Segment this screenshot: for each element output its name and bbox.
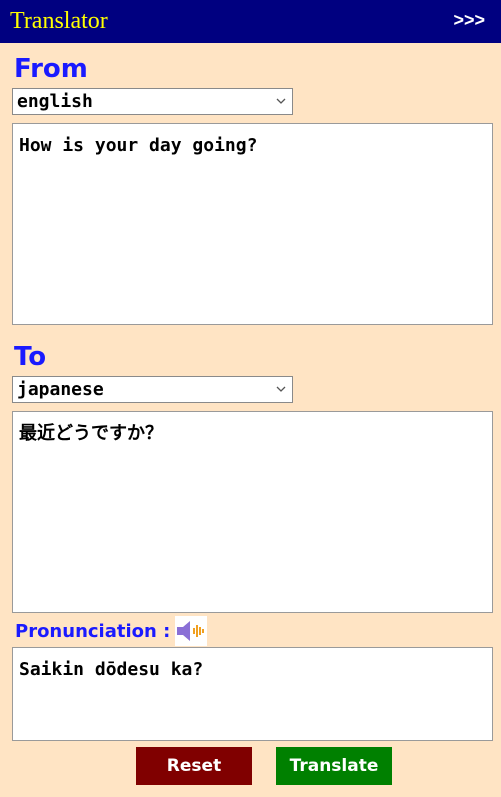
source-text-area[interactable]: How is your day going? [12,123,493,325]
chevron-down-icon [276,386,286,392]
from-language-value: english [17,91,93,112]
translated-text-area[interactable]: 最近どうですか？ [12,411,493,613]
chevron-down-icon [276,98,286,104]
translate-button[interactable]: Translate [276,747,392,785]
expand-button[interactable]: >>> [453,8,485,32]
title-bar: Translator >>> [0,0,501,43]
app-title: Translator [10,8,108,34]
reset-button[interactable]: Reset [136,747,252,785]
to-label: To [14,342,47,372]
to-language-select[interactable]: japanese [12,376,293,403]
from-language-select[interactable]: english [12,88,293,115]
pronunciation-label: Pronunciation : [15,621,171,642]
speaker-icon[interactable] [175,616,207,646]
pronunciation-text-area[interactable]: Saikin dōdesu ka? [12,647,493,741]
from-label: From [14,54,88,84]
to-language-value: japanese [17,379,104,400]
